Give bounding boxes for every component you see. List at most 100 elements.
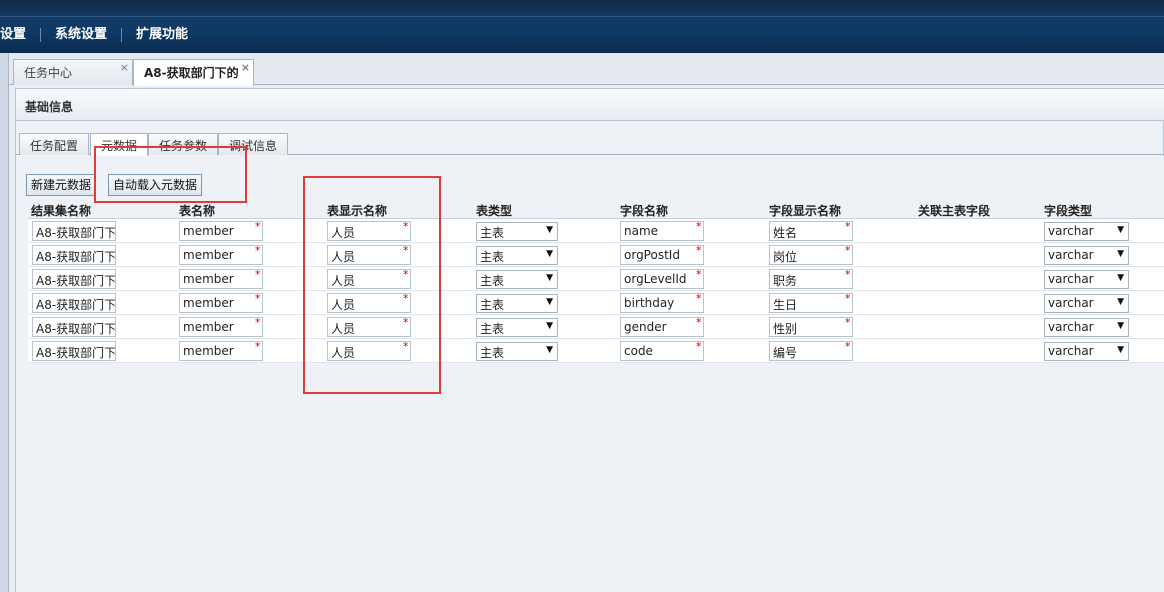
close-icon[interactable]: × bbox=[120, 61, 129, 74]
required-mark: * bbox=[845, 292, 851, 305]
main-panel: 基础信息 任务配置 元数据 任务参数 调试信息 新建元数据 自动载入元数据 结果… bbox=[15, 88, 1164, 592]
table-display-field[interactable]: 人员 bbox=[327, 245, 411, 265]
field-type-select[interactable]: varchar ▼ bbox=[1044, 222, 1129, 241]
required-mark: * bbox=[255, 292, 261, 305]
metadata-grid: 结果集名称 表名称 表显示名称 表类型 字段名称 字段显示名称 关联主表字段 字… bbox=[28, 199, 1164, 363]
field-type-select[interactable]: varchar ▼ bbox=[1044, 342, 1129, 361]
nav-item-settings[interactable]: 设置 bbox=[0, 26, 40, 44]
field-type-select-value: varchar bbox=[1048, 272, 1094, 286]
required-mark: * bbox=[845, 340, 851, 353]
chevron-down-icon: ▼ bbox=[546, 345, 553, 355]
field-name-field[interactable]: gender bbox=[620, 317, 704, 337]
result-set-field[interactable]: A8-获取部门下 bbox=[32, 269, 116, 289]
section-title: 基础信息 bbox=[25, 100, 74, 114]
header-table-name: 表名称 bbox=[179, 204, 216, 218]
table-name-field[interactable]: member bbox=[179, 221, 263, 241]
table-type-select-value: 主表 bbox=[480, 250, 505, 264]
chevron-down-icon: ▼ bbox=[546, 297, 553, 307]
table-display-field[interactable]: 人员 bbox=[327, 221, 411, 241]
table-type-select[interactable]: 主表 ▼ bbox=[476, 222, 558, 241]
nav-item-system-settings[interactable]: 系统设置 bbox=[41, 26, 121, 44]
table-name-field[interactable]: member bbox=[179, 269, 263, 289]
tab-label: 任务中心 bbox=[24, 66, 73, 80]
field-display-field[interactable]: 职务 bbox=[769, 269, 853, 289]
field-type-select[interactable]: varchar ▼ bbox=[1044, 246, 1129, 265]
header-table-type: 表类型 bbox=[476, 204, 513, 218]
field-display-field[interactable]: 岗位 bbox=[769, 245, 853, 265]
close-icon[interactable]: × bbox=[241, 61, 250, 74]
header-field-type: 字段类型 bbox=[1044, 204, 1093, 218]
result-set-field[interactable]: A8-获取部门下 bbox=[32, 317, 116, 337]
required-mark: * bbox=[403, 268, 409, 281]
required-mark: * bbox=[403, 244, 409, 257]
table-type-select-value: 主表 bbox=[480, 274, 505, 288]
header-table-display: 表显示名称 bbox=[327, 204, 388, 218]
field-type-select[interactable]: varchar ▼ bbox=[1044, 294, 1129, 313]
top-navigation-bar: 设置 系统设置 扩展功能 bbox=[0, 0, 1164, 53]
field-type-select-value: varchar bbox=[1048, 296, 1094, 310]
required-mark: * bbox=[255, 316, 261, 329]
new-metadata-button[interactable]: 新建元数据 bbox=[26, 174, 97, 196]
required-mark: * bbox=[696, 292, 702, 305]
table-type-select[interactable]: 主表 ▼ bbox=[476, 318, 558, 337]
field-name-field[interactable]: code bbox=[620, 341, 704, 361]
subtab-bar: 任务配置 元数据 任务参数 调试信息 bbox=[16, 129, 1164, 156]
field-display-field[interactable]: 编号 bbox=[769, 341, 853, 361]
field-display-field[interactable]: 姓名 bbox=[769, 221, 853, 241]
header-result-set: 结果集名称 bbox=[31, 204, 92, 218]
table-type-select[interactable]: 主表 ▼ bbox=[476, 270, 558, 289]
chevron-down-icon: ▼ bbox=[1117, 273, 1124, 283]
required-mark: * bbox=[255, 268, 261, 281]
field-type-select-value: varchar bbox=[1048, 248, 1094, 262]
field-display-field[interactable]: 性别 bbox=[769, 317, 853, 337]
table-name-field[interactable]: member bbox=[179, 293, 263, 313]
tab-metadata[interactable]: 元数据 bbox=[90, 133, 149, 156]
table-type-select[interactable]: 主表 ▼ bbox=[476, 342, 558, 361]
chevron-down-icon: ▼ bbox=[1117, 249, 1124, 259]
chevron-down-icon: ▼ bbox=[1117, 321, 1124, 331]
header-related-field: 关联主表字段 bbox=[918, 204, 991, 218]
nav-divider-line bbox=[0, 16, 1164, 17]
auto-load-metadata-button[interactable]: 自动载入元数据 bbox=[108, 174, 203, 196]
left-collapse-strip[interactable] bbox=[0, 53, 9, 592]
field-name-field[interactable]: orgPostId bbox=[620, 245, 704, 265]
table-display-field[interactable]: 人员 bbox=[327, 341, 411, 361]
required-mark: * bbox=[845, 220, 851, 233]
table-name-field[interactable]: member bbox=[179, 245, 263, 265]
tab-a8-department[interactable]: A8-获取部门下的 × bbox=[133, 59, 254, 86]
tab-debug-info[interactable]: 调试信息 bbox=[218, 133, 289, 155]
tab-task-config[interactable]: 任务配置 bbox=[19, 133, 90, 155]
required-mark: * bbox=[845, 244, 851, 257]
chevron-down-icon: ▼ bbox=[546, 321, 553, 331]
result-set-field[interactable]: A8-获取部门下 bbox=[32, 245, 116, 265]
table-display-field[interactable]: 人员 bbox=[327, 293, 411, 313]
table-display-field[interactable]: 人员 bbox=[327, 317, 411, 337]
table-row: A8-获取部门下 member * 人员 * 主表 ▼ gender * 性别 * varchar ▼ bbox=[28, 315, 1164, 339]
chevron-down-icon: ▼ bbox=[1117, 225, 1124, 235]
required-mark: * bbox=[255, 340, 261, 353]
required-mark: * bbox=[403, 316, 409, 329]
field-display-field[interactable]: 生日 bbox=[769, 293, 853, 313]
field-name-field[interactable]: name bbox=[620, 221, 704, 241]
field-name-field[interactable]: orgLevelId bbox=[620, 269, 704, 289]
field-type-select[interactable]: varchar ▼ bbox=[1044, 318, 1129, 337]
result-set-field[interactable]: A8-获取部门下 bbox=[32, 293, 116, 313]
tab-task-params[interactable]: 任务参数 bbox=[148, 133, 219, 155]
table-type-select[interactable]: 主表 ▼ bbox=[476, 294, 558, 313]
table-name-field[interactable]: member bbox=[179, 317, 263, 337]
field-type-select[interactable]: varchar ▼ bbox=[1044, 270, 1129, 289]
grid-header: 结果集名称 表名称 表显示名称 表类型 字段名称 字段显示名称 关联主表字段 字… bbox=[28, 199, 1164, 219]
chevron-down-icon: ▼ bbox=[546, 273, 553, 283]
table-type-select[interactable]: 主表 ▼ bbox=[476, 246, 558, 265]
result-set-field[interactable]: A8-获取部门下 bbox=[32, 221, 116, 241]
nav-item-extensions[interactable]: 扩展功能 bbox=[122, 26, 202, 44]
tab-task-center[interactable]: 任务中心 × bbox=[13, 59, 133, 85]
nav-menu: 设置 系统设置 扩展功能 bbox=[0, 26, 202, 44]
required-mark: * bbox=[696, 244, 702, 257]
field-name-field[interactable]: birthday bbox=[620, 293, 704, 313]
table-name-field[interactable]: member bbox=[179, 341, 263, 361]
metadata-content: 新建元数据 自动载入元数据 结果集名称 表名称 表显示名称 表类型 字段名称 字… bbox=[16, 156, 1164, 592]
result-set-field[interactable]: A8-获取部门下 bbox=[32, 341, 116, 361]
required-mark: * bbox=[696, 220, 702, 233]
table-display-field[interactable]: 人员 bbox=[327, 269, 411, 289]
